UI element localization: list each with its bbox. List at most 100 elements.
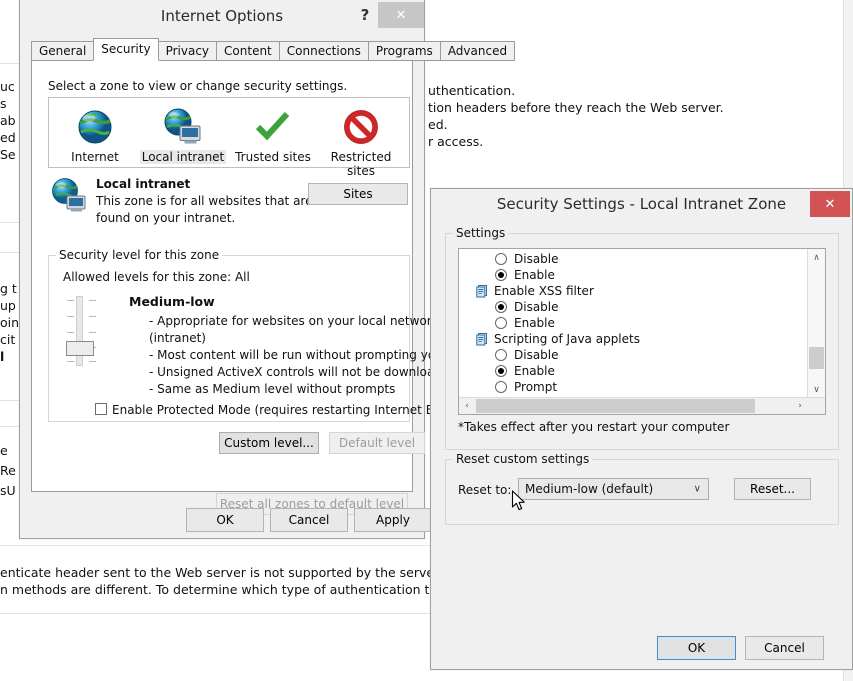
settings-group: Settings Disable Enable Enable XSS filter… (445, 226, 839, 450)
zone-item-label: Internet (71, 150, 119, 164)
ok-button[interactable]: OK (657, 636, 736, 660)
cancel-button[interactable]: Cancel (270, 508, 348, 532)
globe-computer-icon (139, 106, 227, 148)
apply-button[interactable]: Apply (354, 508, 432, 532)
zone-detail-name: Local intranet (96, 177, 191, 191)
tab-privacy[interactable]: Privacy (157, 41, 218, 61)
settings-radio-label: Disable (514, 300, 559, 314)
list-vertical-scrollbar[interactable]: ∧ ∨ (807, 249, 825, 398)
internet-options-titlebar[interactable]: Internet Options ? ✕ (20, 0, 424, 34)
settings-radio-row[interactable]: Enable (459, 363, 807, 379)
settings-radio-label: Disable (514, 252, 559, 266)
zone-item-restricted-sites[interactable]: Restricted sites (317, 106, 405, 178)
zone-item-internet[interactable]: Internet (51, 106, 139, 164)
script-icon (475, 332, 489, 346)
zone-selector: Internet Local intranet Trusted sites Re… (48, 97, 410, 178)
settings-radio-label: Disable (514, 348, 559, 362)
vertical-scroll-thumb[interactable] (809, 347, 824, 369)
security-settings-dialog: Security Settings - Local Intranet Zone … (430, 188, 853, 670)
zone-item-label: Restricted sites (330, 150, 392, 178)
horizontal-scroll-thumb[interactable] (476, 399, 755, 413)
protected-mode-checkbox[interactable] (95, 403, 107, 415)
security-settings-titlebar[interactable]: Security Settings - Local Intranet Zone … (431, 189, 852, 221)
bg-fragment: s (0, 96, 7, 111)
radio-button[interactable] (495, 317, 507, 329)
help-icon[interactable]: ? (351, 2, 379, 28)
close-icon[interactable]: ✕ (810, 191, 850, 217)
custom-level-button[interactable]: Custom level... (219, 432, 319, 454)
radio-dot (498, 304, 504, 310)
settings-radio-row[interactable]: Disable (459, 251, 807, 267)
bg-fragment: Re (0, 463, 16, 478)
settings-heading-row: Enable XSS filter (459, 283, 807, 299)
settings-radio-label: Enable (514, 364, 555, 378)
zone-item-local-intranet[interactable]: Local intranet (139, 106, 227, 164)
settings-list: Disable Enable Enable XSS filter Disable En… (459, 251, 807, 414)
slider-tick (67, 316, 74, 317)
globe-icon (51, 106, 139, 148)
bg-paragraph-line: tion headers before they reach the Web s… (428, 100, 724, 115)
radio-button[interactable] (495, 381, 507, 393)
bg-fragment: uc (0, 79, 15, 94)
bg-fragment: l (0, 349, 5, 364)
script-icon (475, 284, 489, 298)
tab-general[interactable]: General (31, 41, 95, 61)
close-icon[interactable]: ✕ (378, 2, 424, 28)
bg-fragment: oin (0, 315, 20, 330)
settings-radio-row[interactable]: Enable (459, 315, 807, 331)
zone-prompt-label: Select a zone to view or change security… (48, 79, 348, 93)
bg-fragment: sU (0, 483, 16, 498)
slider-thumb[interactable] (66, 341, 94, 356)
radio-button[interactable] (495, 253, 507, 265)
security-level-name: Medium-low (129, 294, 215, 309)
allowed-levels-label: Allowed levels for this zone: All (63, 270, 250, 284)
level-bullet: (intranet) (149, 331, 206, 345)
security-tab-page: Select a zone to view or change security… (31, 60, 480, 515)
scroll-up-icon[interactable]: ∧ (808, 249, 825, 266)
level-bullet: - Same as Medium level without prompts (149, 382, 396, 396)
settings-heading-label: Scripting of Java applets (494, 332, 640, 346)
level-bullet: - Appropriate for websites on your local… (149, 314, 439, 328)
bg-fragment: g t (0, 281, 17, 296)
radio-dot (498, 272, 504, 278)
radio-button[interactable] (495, 365, 507, 377)
cancel-button[interactable]: Cancel (745, 636, 824, 660)
level-bullet: - Most content will be run without promp… (149, 348, 443, 362)
tab-connections[interactable]: Connections (278, 41, 369, 61)
restart-footnote: *Takes effect after you restart your com… (458, 420, 730, 434)
settings-group-title: Settings (453, 226, 509, 240)
radio-button[interactable] (495, 349, 507, 361)
list-horizontal-scrollbar[interactable]: ‹ › (459, 397, 825, 414)
bg-paragraph-line: n methods are different. To determine wh… (0, 582, 471, 597)
reset-to-value: Medium-low (default) (525, 482, 654, 496)
tab-advanced[interactable]: Advanced (439, 41, 516, 61)
settings-radio-row[interactable]: Disable (459, 299, 807, 315)
settings-radio-row[interactable]: Enable (459, 267, 807, 283)
tab-programs[interactable]: Programs (367, 41, 441, 61)
radio-button[interactable] (495, 269, 507, 281)
scroll-left-icon[interactable]: ‹ (459, 398, 475, 414)
settings-radio-label: Enable (514, 316, 555, 330)
slider-tick (89, 332, 96, 333)
scroll-right-icon[interactable]: › (792, 398, 808, 414)
reset-to-select[interactable]: Medium-low (default) ∨ (518, 478, 709, 500)
settings-radio-row[interactable]: Disable (459, 347, 807, 363)
zone-item-label: Local intranet (139, 150, 227, 164)
protected-mode-label[interactable]: Enable Protected Mode (requires restarti… (112, 403, 480, 417)
security-level-slider[interactable] (65, 294, 105, 366)
tab-security[interactable]: Security (93, 38, 159, 61)
bg-fragment: ed (0, 130, 16, 145)
zone-item-trusted-sites[interactable]: Trusted sites (229, 106, 317, 164)
tab-content[interactable]: Content (216, 41, 280, 61)
sites-button[interactable]: Sites (308, 183, 408, 205)
radio-button[interactable] (495, 301, 507, 313)
chevron-down-icon: ∨ (693, 483, 701, 495)
slider-tick (67, 300, 74, 301)
ok-button[interactable]: OK (186, 508, 264, 532)
reset-button[interactable]: Reset... (734, 478, 811, 500)
internet-options-dialog: Internet Options ? ✕ General Security Priv… (19, 0, 516, 539)
scroll-down-icon[interactable]: ∨ (808, 381, 825, 398)
settings-radio-row[interactable]: Prompt (459, 379, 807, 395)
settings-listbox[interactable]: Disable Enable Enable XSS filter Disable En… (458, 248, 826, 415)
slider-tick (67, 361, 74, 362)
